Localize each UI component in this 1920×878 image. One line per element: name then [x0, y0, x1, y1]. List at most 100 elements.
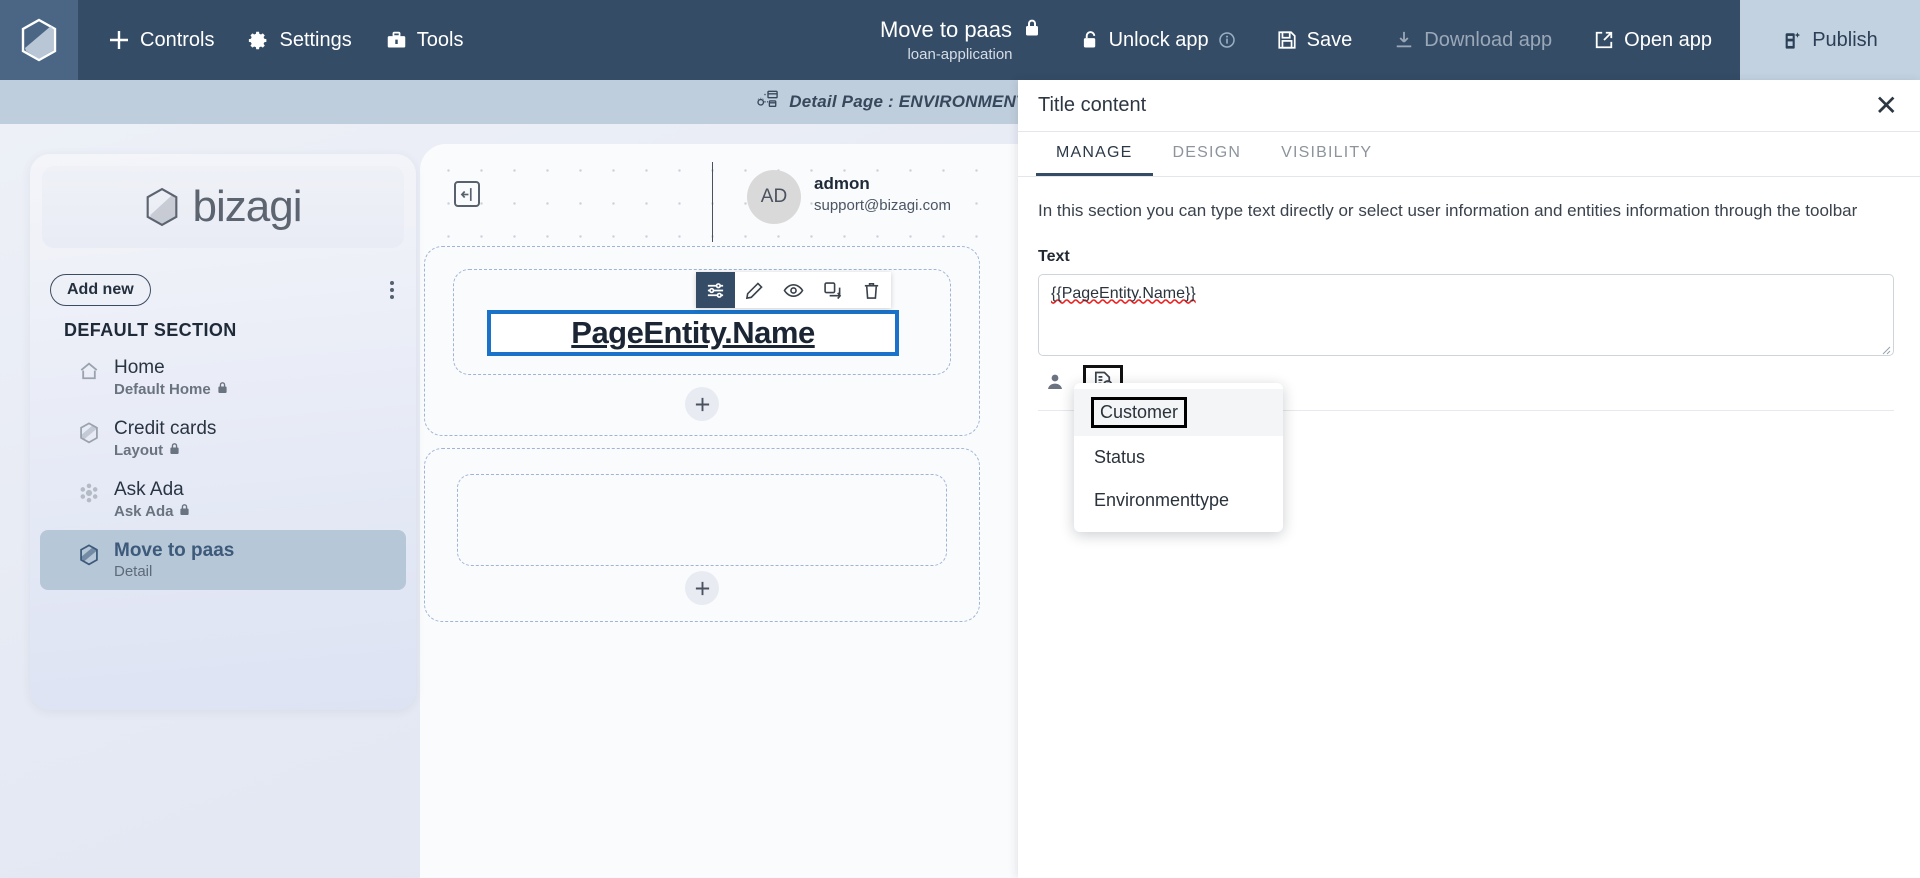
properties-panel: Title content ✕ MANAGE DESIGN VISIBILITY…	[1018, 80, 1920, 878]
page-region-2[interactable]	[424, 448, 980, 622]
sidebar-item-sublabel: Default Home	[114, 381, 228, 398]
panel-header: Title content ✕	[1018, 80, 1920, 132]
user-info-icon[interactable]	[1038, 368, 1072, 396]
topbar-right-actions: Unlock app Save Download app Open app Pu…	[1082, 0, 1920, 80]
gear-icon	[248, 30, 269, 51]
add-new-button[interactable]: Add new	[50, 274, 151, 306]
cube-icon	[78, 540, 100, 566]
sidebar-item-sublabel: Detail	[114, 563, 234, 580]
selected-title-text: PageEntity.Name	[571, 315, 815, 350]
topbar-left-menu: Controls Settings Tools	[78, 0, 463, 80]
download-icon	[1394, 30, 1414, 50]
app-logo[interactable]	[0, 0, 78, 80]
nav-actions-row: Add new	[30, 248, 416, 306]
panel-hint-text: In this section you can type text direct…	[1038, 201, 1858, 220]
app-root: Controls Settings Tools Move to paas loa…	[0, 0, 1920, 878]
lock-closed-icon	[179, 503, 190, 520]
sidebar-item-credit-cards[interactable]: Credit cards Layout	[30, 408, 416, 469]
sidebar-item-label: Home	[114, 357, 165, 378]
publish-icon	[1782, 30, 1802, 51]
sidebar-item-label: Credit cards	[114, 417, 217, 439]
cube-icon	[78, 418, 100, 444]
close-icon[interactable]: ✕	[1875, 91, 1898, 120]
publish-label: Publish	[1812, 28, 1878, 51]
add-element-button[interactable]	[685, 387, 719, 421]
sidebar-item-sublabel: Ask Ada	[114, 503, 190, 520]
plus-icon	[108, 29, 130, 51]
trash-icon	[864, 282, 879, 299]
home-icon	[78, 357, 100, 381]
element-edit-button[interactable]	[735, 272, 774, 308]
resize-grip[interactable]	[1879, 342, 1891, 354]
brand-name: bizagi	[192, 182, 303, 231]
tab-design[interactable]: DESIGN	[1153, 132, 1262, 176]
element-settings-button[interactable]	[696, 272, 735, 308]
panel-title: Title content	[1038, 94, 1147, 116]
controls-label: Controls	[140, 28, 215, 51]
dropdown-item-label: Customer	[1090, 397, 1188, 428]
avatar: AD	[747, 170, 801, 224]
region-2-inner-container[interactable]	[457, 474, 947, 566]
element-delete-button[interactable]	[852, 272, 891, 308]
sidebar-item-label: Ask Ada	[114, 478, 184, 500]
header-divider	[712, 162, 713, 242]
user-name: admon	[814, 174, 870, 193]
bizagi-cube-icon	[21, 18, 57, 62]
sidebar-item-subtext: Default Home	[114, 380, 211, 398]
unlock-app-button[interactable]: Unlock app	[1082, 29, 1235, 52]
eye-icon	[783, 283, 804, 297]
kebab-menu-icon[interactable]	[390, 281, 394, 299]
dropdown-item-environmenttype[interactable]: Environmenttype	[1074, 479, 1283, 522]
panel-body: In this section you can type text direct…	[1018, 177, 1920, 411]
settings-label: Settings	[279, 28, 352, 51]
download-app-label: Download app	[1424, 28, 1553, 51]
sidebar-item-home[interactable]: Home Default Home	[30, 347, 416, 408]
open-app-button[interactable]: Open app	[1594, 29, 1712, 52]
brand-header: bizagi	[42, 166, 404, 248]
entity-dropdown-menu: Customer Status Environmenttype	[1074, 383, 1283, 532]
plus-icon	[695, 397, 709, 411]
lock-open-icon	[1082, 30, 1099, 50]
save-button[interactable]: Save	[1277, 28, 1353, 52]
toolbox-icon	[386, 30, 407, 51]
sidebar-item-sublabel: Layout	[114, 442, 216, 459]
external-link-icon	[1594, 30, 1614, 50]
tab-visibility[interactable]: VISIBILITY	[1261, 132, 1392, 176]
element-preview-button[interactable]	[774, 272, 813, 308]
sidebar-item-ask-ada[interactable]: Ask Ada Ask Ada	[30, 469, 416, 530]
dropdown-item-status[interactable]: Status	[1074, 436, 1283, 479]
pencil-icon	[745, 281, 763, 299]
info-icon[interactable]	[1218, 32, 1235, 48]
text-input[interactable]: {{PageEntity.Name}}	[1038, 273, 1894, 356]
sliders-icon	[707, 282, 724, 298]
user-email: support@bizagi.com	[814, 197, 951, 214]
detail-page-icon	[757, 90, 779, 115]
element-duplicate-button[interactable]	[813, 272, 852, 308]
tab-manage[interactable]: MANAGE	[1036, 132, 1153, 176]
nav-section-title: DEFAULT SECTION	[64, 320, 237, 340]
settings-menu-button[interactable]: Settings	[248, 28, 352, 52]
sidebar-item-move-to-paas[interactable]: Move to paas Detail	[40, 529, 406, 591]
save-label: Save	[1306, 28, 1353, 51]
open-app-label: Open app	[1624, 28, 1712, 51]
app-subtitle: loan-application	[907, 46, 1013, 63]
download-app-button[interactable]: Download app	[1394, 29, 1552, 52]
controls-menu-button[interactable]: Controls	[108, 29, 214, 52]
element-action-toolbar	[696, 272, 891, 308]
plus-icon	[695, 581, 709, 595]
collapse-panel-icon[interactable]	[454, 181, 480, 207]
panel-tabs: MANAGE DESIGN VISIBILITY	[1018, 132, 1920, 177]
lock-closed-icon	[169, 442, 180, 459]
dropdown-item-customer[interactable]: Customer	[1074, 389, 1283, 436]
add-element-button[interactable]	[685, 571, 719, 605]
selected-title-element[interactable]: PageEntity.Name	[487, 310, 899, 356]
tools-label: Tools	[416, 28, 464, 51]
text-field-label: Text	[1038, 247, 1070, 265]
unlock-app-label: Unlock app	[1108, 28, 1209, 51]
app-navigation-card: bizagi Add new DEFAULT SECTION Home Defa…	[30, 154, 416, 710]
publish-button[interactable]: Publish	[1740, 0, 1920, 80]
duplicate-icon	[824, 281, 842, 299]
sidebar-item-subtext: Detail	[114, 563, 153, 581]
tools-menu-button[interactable]: Tools	[386, 28, 464, 52]
floppy-disk-icon	[1277, 30, 1297, 50]
